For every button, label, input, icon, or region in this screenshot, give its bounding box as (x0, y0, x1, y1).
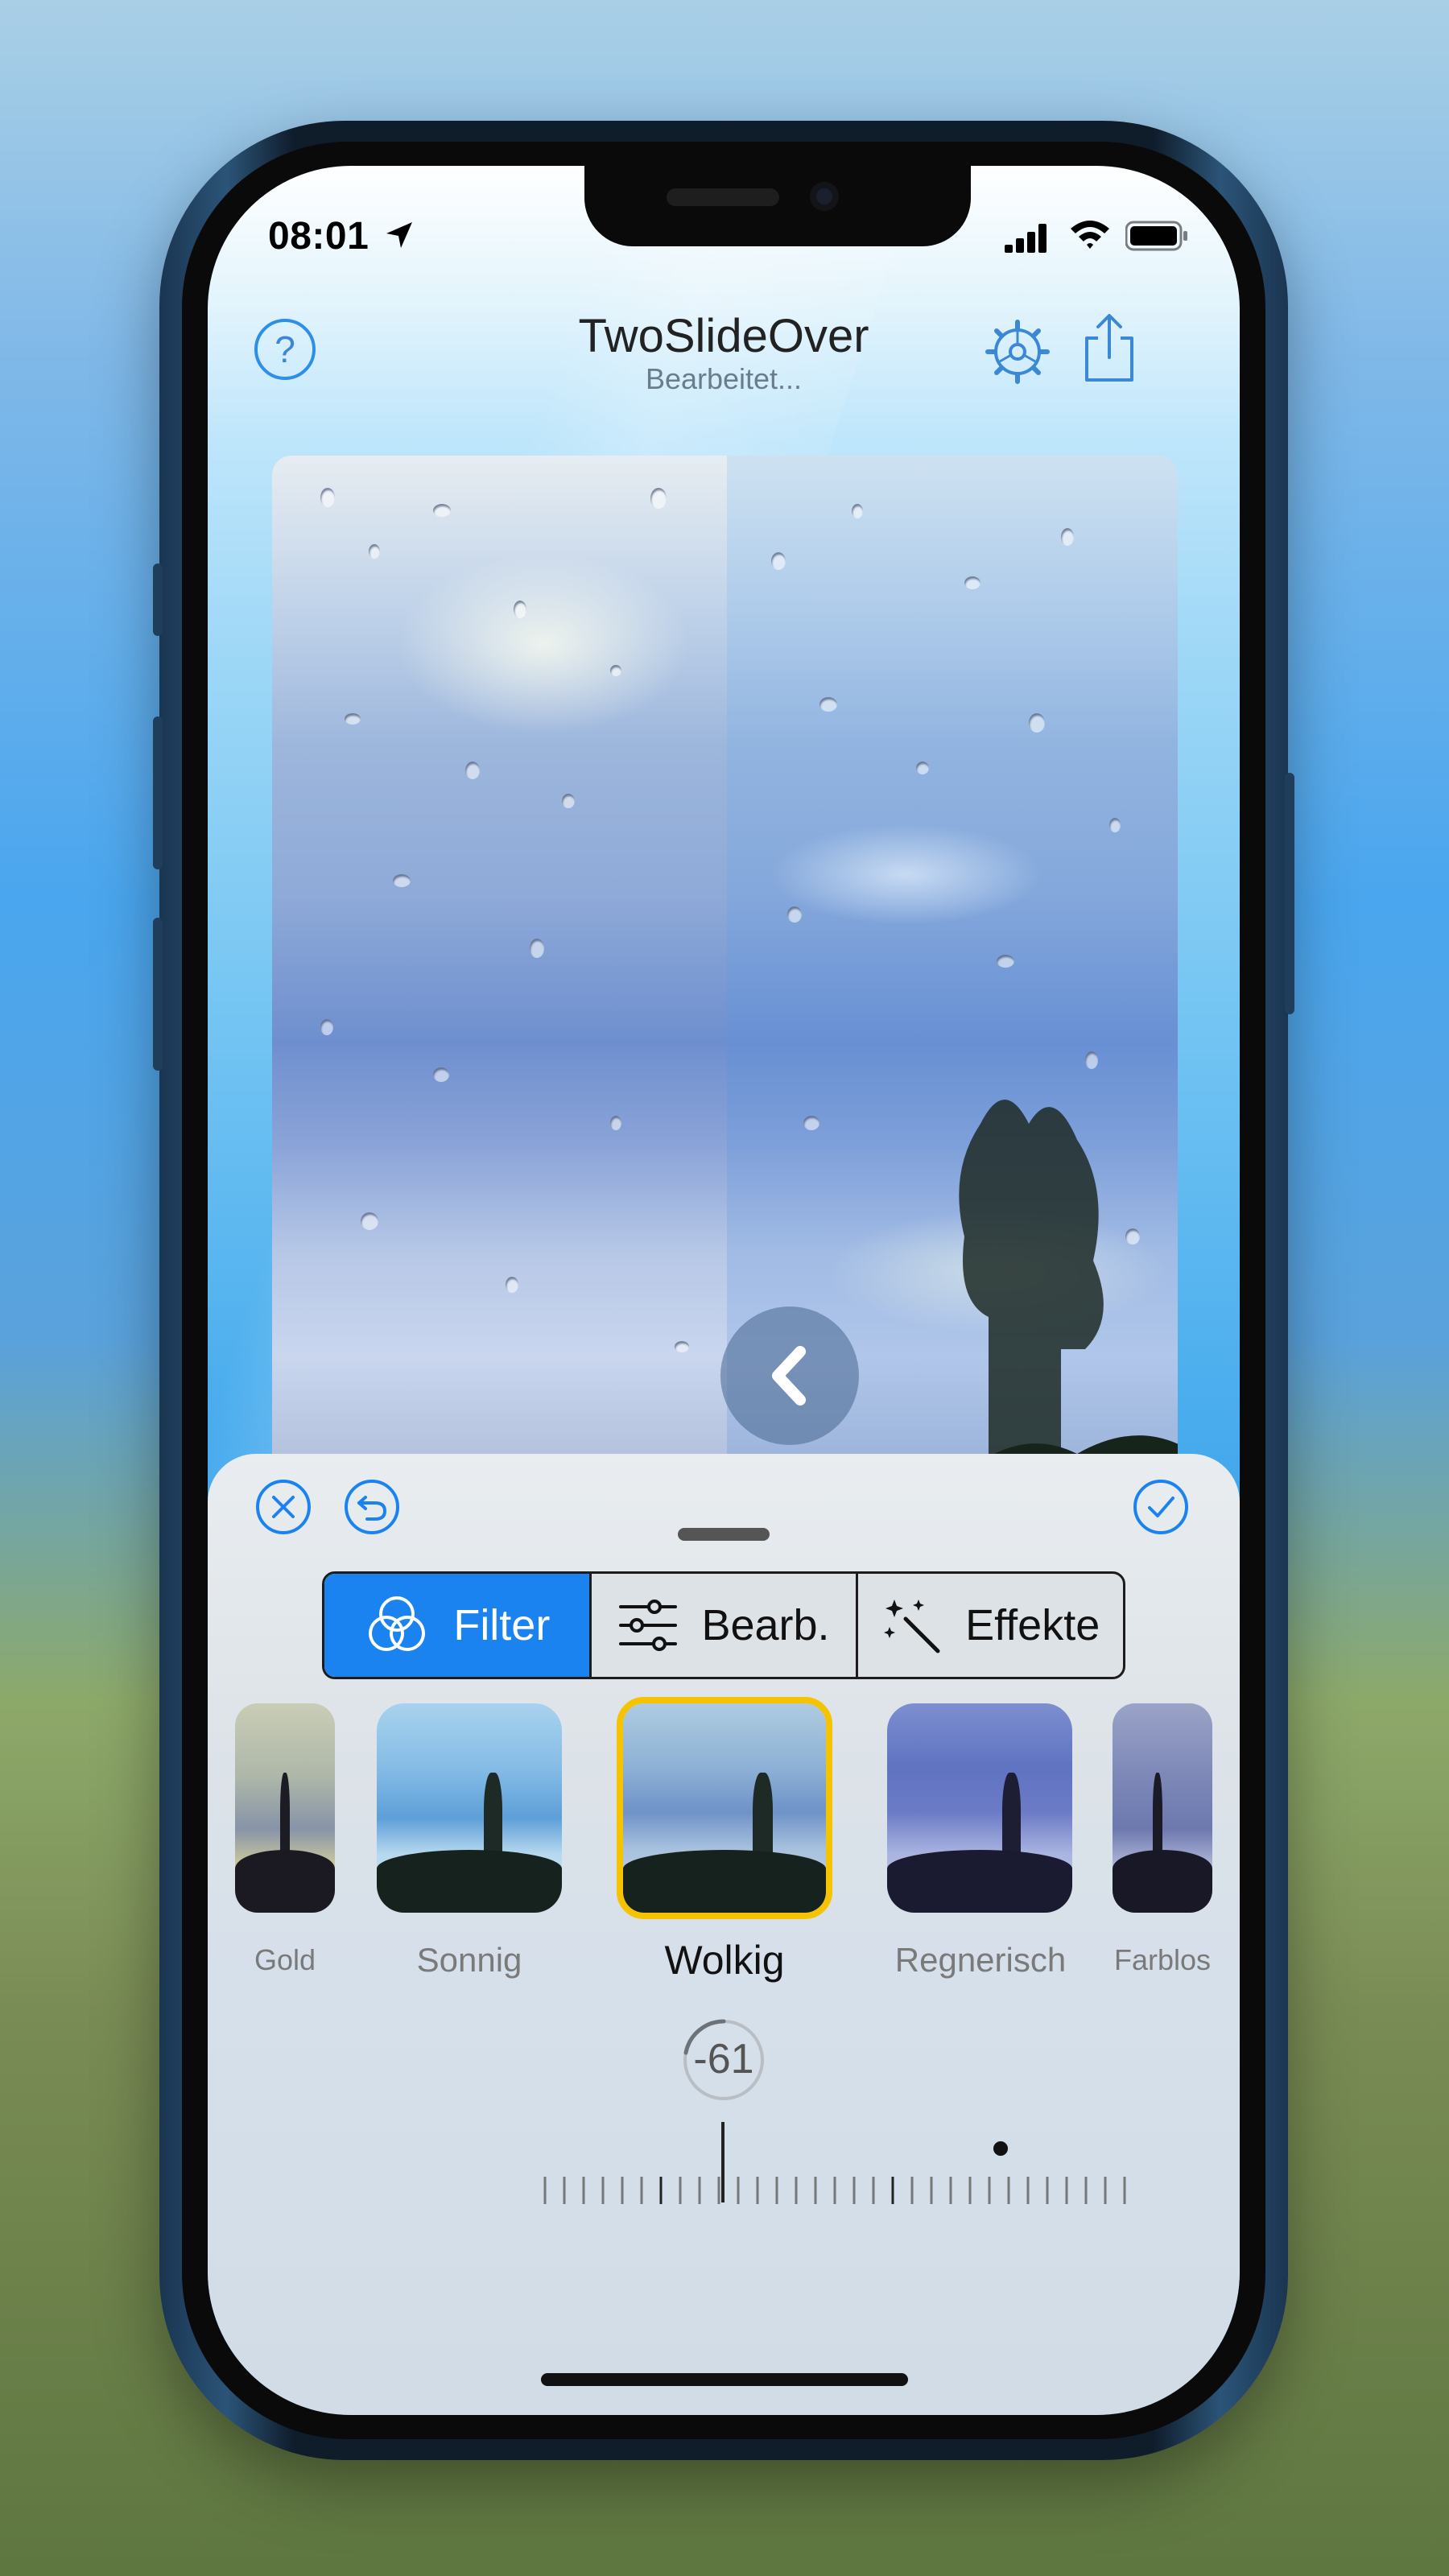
help-button[interactable]: ? (254, 319, 316, 380)
tree-silhouette (897, 1100, 1178, 1502)
filter-label-regnerisch: Regnerisch (894, 1941, 1067, 1979)
filter-thumbnail-wolkig-selected[interactable] (617, 1697, 832, 1919)
intensity-slider-ticks[interactable] (542, 2169, 1162, 2217)
question-mark-icon: ? (275, 328, 295, 370)
location-arrow-icon (386, 222, 412, 248)
camera-notch (584, 166, 971, 246)
status-time: 08:01 (268, 215, 369, 258)
battery-icon (1125, 221, 1187, 251)
filter-label-wolkig: Wolkig (664, 1938, 785, 1983)
filter-thumbnail-regnerisch[interactable] (887, 1703, 1072, 1913)
chevron-left-icon (772, 1346, 806, 1406)
tab-label: Filter (453, 1601, 551, 1649)
filter-circles-icon (369, 1596, 426, 1651)
tab-effects[interactable]: Effekte (858, 1574, 1123, 1677)
sheet-grabber[interactable] (678, 1528, 770, 1541)
tab-filter[interactable]: Filter (324, 1574, 592, 1677)
home-indicator (541, 2373, 908, 2386)
magic-wand-icon (884, 1600, 940, 1653)
power-button (1285, 773, 1294, 1014)
filter-thumbnail-gold[interactable] (235, 1703, 335, 1913)
volume-down-button (153, 918, 163, 1071)
checkmark-icon[interactable] (1132, 1478, 1190, 1536)
tab-label: Bearb. (701, 1601, 830, 1649)
silent-switch (153, 564, 163, 636)
app-title: TwoSlideOver (578, 310, 869, 362)
share-icon[interactable] (1077, 311, 1141, 385)
screen: 08:01 ? TwoSlideOver Bearbeitet... Filte… (208, 166, 1240, 2415)
undo-icon[interactable] (343, 1478, 401, 1536)
filter-label-sonnig: Sonnig (416, 1941, 522, 1979)
filter-thumbnail-sonnig[interactable] (377, 1703, 562, 1913)
tab-adjust[interactable]: Bearb. (592, 1574, 859, 1677)
compare-slider-handle[interactable] (720, 1307, 859, 1445)
filter-label-farblos: Farblos (1113, 1943, 1212, 1976)
cellular-signal-icon (1005, 224, 1046, 253)
sliders-icon (619, 1600, 678, 1651)
edit-mode-tabs: Filter Bearb. Effekte (322, 1571, 1125, 1679)
volume-up-button (153, 716, 163, 869)
edit-status-subtitle: Bearbeitet... (645, 362, 803, 395)
wifi-icon (1071, 221, 1109, 249)
slider-default-dot (993, 2141, 1008, 2156)
intensity-value: -61 (693, 2036, 754, 2083)
gear-icon[interactable] (985, 319, 1051, 385)
close-icon[interactable] (254, 1478, 312, 1536)
front-camera (810, 182, 839, 211)
slider-center-marker (721, 2122, 724, 2202)
earpiece-speaker (667, 188, 779, 206)
photo-preview[interactable] (272, 456, 1178, 1502)
filter-thumbnail-farblos[interactable] (1113, 1703, 1212, 1913)
filter-label-gold: Gold (254, 1943, 316, 1976)
tab-label: Effekte (965, 1601, 1100, 1649)
